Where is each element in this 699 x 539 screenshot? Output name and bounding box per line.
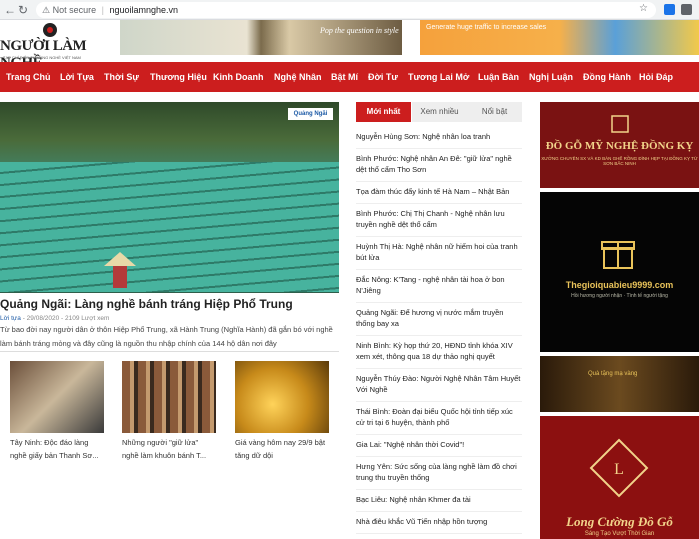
thumb-image-1[interactable] [10,361,104,433]
logo-subtitle: TẠP CHÍ ĐIỆN TỬ LÀNG NGHỀ VIỆT NAM [3,55,81,60]
url-text[interactable]: nguoilamnghe.vn [110,5,179,15]
news-item[interactable]: Nguyễn Hùng Sơn: Nghệ nhân loa tranh [356,127,522,149]
tab-moi-nhat[interactable]: Mới nhất [356,102,411,122]
thumb-caption-2[interactable]: Những người "giữ lửa" nghề làm khuôn bán… [122,436,216,462]
feature-author[interactable]: Lời tựa [0,315,21,322]
nav-item-thoi-su[interactable]: Thời Sự [104,72,139,82]
news-item[interactable]: Huỳnh Thị Hà: Nghệ nhân nữ hiếm hoi của … [356,237,522,270]
thumb-caption-1[interactable]: Tây Ninh: Độc đáo làng nghề giấy bản Tha… [10,436,104,462]
ad1-title: ĐỒ GỖ MỸ NGHỆ ĐỒNG KỴ [545,140,694,152]
news-item[interactable]: Bình Phước: Nghệ nhân An Đê: "giữ lửa" n… [356,149,522,182]
nav-item-trang-chu[interactable]: Trang Chủ [6,72,51,82]
back-icon[interactable]: ← [4,3,16,17]
ad2-title: Thegioiquabieu9999.com [565,280,674,290]
banner-left-text: Pop the question in style [320,26,399,35]
nav-item-hoi-dap[interactable]: Hỏi Đáp [639,72,673,82]
news-item[interactable]: Nhà điêu khắc Vũ Tiến nhập hồn tượng [356,512,522,534]
ad-thegioiquabieu[interactable]: Thegioiquabieu9999.com Hồi hương người n… [540,192,699,352]
ad-do-go-dong-ky[interactable]: ĐỒ GỖ MỸ NGHỆ ĐỒNG KỴ XƯỞNG CHUYÊN SX VÀ… [540,102,699,188]
ad1-subtitle: XƯỞNG CHUYÊN SX VÀ KD BÀN GHẾ RỒNG ĐÌNH … [541,156,698,166]
bookmark-star-icon[interactable]: ☆ [639,3,648,14]
reload-icon[interactable]: ↻ [18,3,28,17]
ad-long-cuong-do-go[interactable]: L Long Cường Đồ Gỗ Sáng Tạo Vượt Thời Gi… [540,416,699,539]
puzzle-icon[interactable] [681,4,692,15]
nav-item-loi-tua[interactable]: Lời Tựa [60,72,94,82]
ad1-emblem-icon [611,115,629,133]
nav-item-doi-tu[interactable]: Đời Tư [368,72,398,82]
feature-meta: Lời tựa - 29/08/2020 - 2109 Lượt xem [0,315,109,322]
site-header: NGƯỜI LÀM NGHỀ TẠP CHÍ ĐIỆN TỬ LÀNG NGHỀ… [0,20,699,71]
news-item[interactable]: Tọa đàm thúc đẩy kinh tế Hà Nam – Nhật B… [356,182,522,204]
diamond-logo-icon: L [589,438,649,498]
top-ad-banner-left[interactable]: Pop the question in style [120,20,402,55]
security-warning-icon[interactable]: ⚠ [42,5,50,15]
nav-item-nghe-nhan[interactable]: Nghệ Nhân [274,72,322,82]
ad4-subtitle: Sáng Tạo Vượt Thời Gian [584,531,655,537]
site-logo[interactable]: NGƯỜI LÀM NGHỀ TẠP CHÍ ĐIỆN TỬ LÀNG NGHỀ… [0,22,100,71]
news-item[interactable]: Bạc Liêu: Nghệ nhân Khmer đa tài [356,490,522,512]
farmer-figure-icon [104,252,136,288]
thumb-image-3[interactable] [235,361,329,433]
news-item[interactable]: Đắc Nông: K'Tang - nghệ nhân tài hoa ở b… [356,270,522,303]
thumb-image-2[interactable] [122,361,216,433]
top-ad-banner-right[interactable]: Generate huge traffic to increase sales [420,20,699,55]
gift-icon [601,241,635,269]
ad4-title: Long Cường Đồ Gỗ [566,514,673,529]
source-logo: Quảng Ngãi [288,108,333,120]
tab-xem-nhieu[interactable]: Xem nhiều [412,102,467,122]
address-bar[interactable]: ⚠ Not secure | nguoilamnghe.vn [36,2,656,18]
rice-paper-racks [0,162,339,292]
nav-item-thuong-hieu[interactable]: Thương Hiệu [150,72,207,82]
thumb-card-1[interactable]: Tây Ninh: Độc đáo làng nghề giấy bản Tha… [10,361,104,462]
svg-text:L: L [614,461,624,478]
thumb-card-2[interactable]: Những người "giữ lửa" nghề làm khuôn bán… [122,361,216,462]
nav-item-luan-ban[interactable]: Luận Bàn [478,72,519,82]
news-item[interactable]: Gia Lai: "Nghệ nhân thời Covid"! [356,435,522,457]
news-item[interactable]: Ninh Bình: Kỳ họp thứ 20, HĐND tỉnh khóa… [356,336,522,369]
nav-item-bat-mi[interactable]: Bật Mí [331,72,358,82]
nav-item-nghi-luan[interactable]: Nghị Luận [529,72,573,82]
browser-toolbar: ← ↻ ⚠ Not secure | nguoilamnghe.vn ☆ [0,0,699,20]
nav-item-dong-hanh[interactable]: Đồng Hành [583,72,631,82]
news-item[interactable]: Thái Bình: Đoàn đại biểu Quốc hội tỉnh t… [356,402,522,435]
news-item[interactable]: Nguyễn Thúy Đào: Người Nghệ Nhân Tâm Huy… [356,369,522,402]
extension-icon[interactable] [664,4,675,15]
feature-title[interactable]: Quảng Ngãi: Làng nghề bánh tráng Hiệp Ph… [0,297,293,311]
feature-date-views: - 29/08/2020 - 2109 Lượt xem [20,315,110,322]
latest-news-list: Nguyễn Hùng Sơn: Nghệ nhân loa tranh Bìn… [356,127,522,534]
nav-item-tuong-lai-mo[interactable]: Tương Lai Mở [408,72,469,82]
news-item[interactable]: Bình Phước: Chị Thị Chanh - Nghệ nhân lư… [356,204,522,237]
ad2-subtitle: Hồi hương người nhận · Tình tế người tặn… [571,293,668,299]
logo-emblem-icon [43,23,57,37]
security-label[interactable]: Not secure [53,5,97,15]
thumb-caption-3[interactable]: Giá vàng hôm nay 29/9 bật tăng dữ dội [235,436,329,462]
ad-qua-tang-ma-vang[interactable]: Quà tặng mạ vàng [540,356,699,412]
tab-noi-bat[interactable]: Nổi bật [467,102,522,122]
main-navigation: Trang Chủ Lời Tựa Thời Sự Thương Hiệu Ki… [0,62,699,92]
ad3-text: Quà tặng mạ vàng [588,371,638,377]
feature-image[interactable]: Quảng Ngãi [0,102,339,293]
nav-item-kinh-doanh[interactable]: Kinh Doanh [213,72,264,82]
thumb-card-3[interactable]: Giá vàng hôm nay 29/9 bật tăng dữ dội [235,361,329,462]
news-item[interactable]: Hưng Yên: Sức sống của làng nghề làm đồ … [356,457,522,490]
feature-description: Từ bao đời nay người dân ở thôn Hiệp Phổ… [0,325,333,348]
news-item[interactable]: Quảng Ngãi: Để hương vị nước mắm truyền … [356,303,522,336]
news-tabs: Mới nhất Xem nhiều Nổi bật [356,102,522,122]
banner-right-text: Generate huge traffic to increase sales [426,24,547,31]
divider [0,351,339,352]
